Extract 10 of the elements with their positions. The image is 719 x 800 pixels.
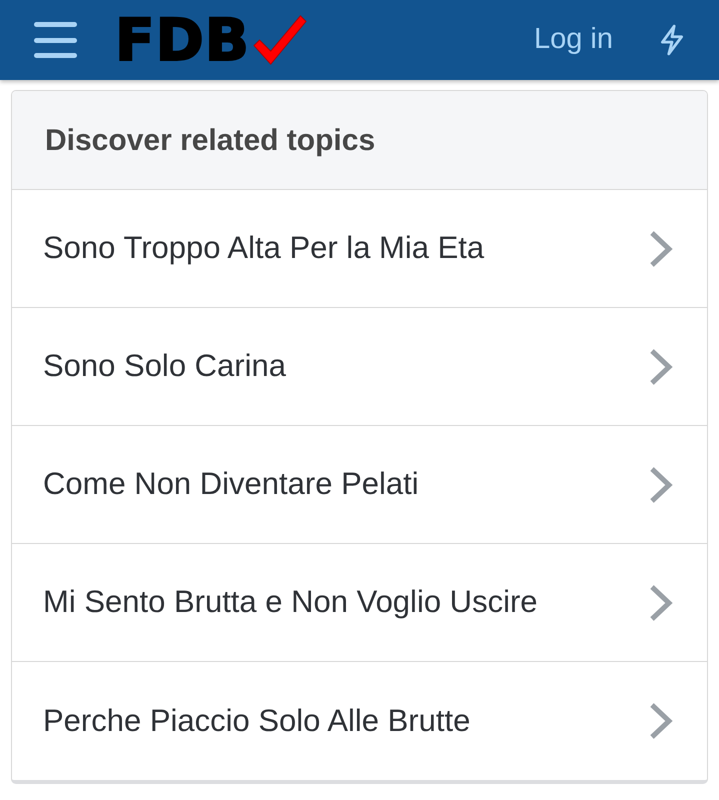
chevron-right-icon — [648, 584, 674, 622]
chevron-right-icon — [648, 466, 674, 504]
chevron-right-icon — [648, 348, 674, 386]
card-title: Discover related topics — [45, 122, 376, 158]
login-link[interactable]: Log in — [534, 18, 613, 62]
menu-icon[interactable] — [34, 22, 77, 58]
chevron-right-icon — [648, 702, 674, 740]
checkmark-icon — [252, 14, 308, 66]
chevron-right-icon — [648, 230, 674, 268]
lightning-icon[interactable] — [659, 24, 685, 56]
